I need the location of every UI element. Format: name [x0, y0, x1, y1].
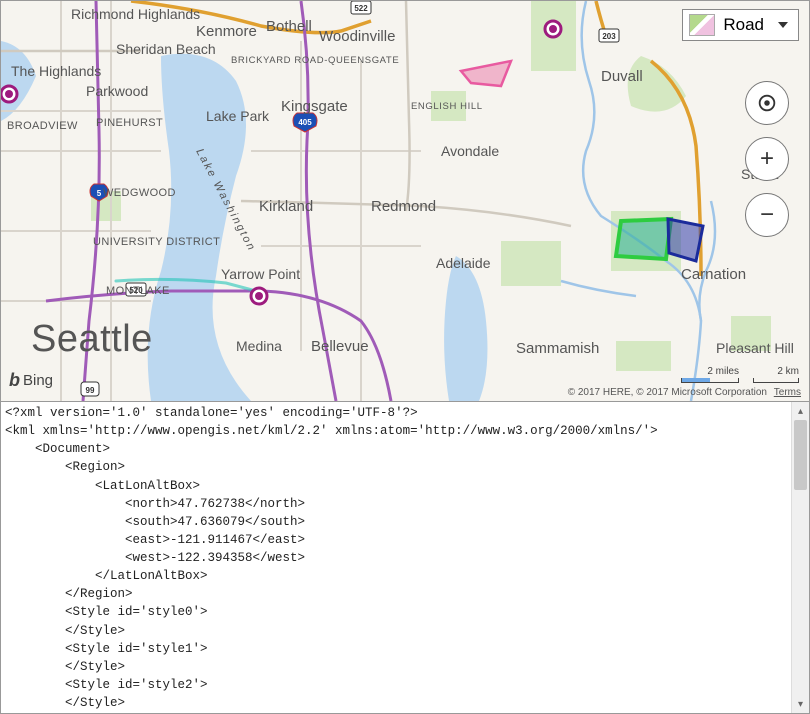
scroll-up-arrow-icon[interactable]: ▴ [792, 402, 809, 420]
city-label: Bellevue [311, 338, 369, 355]
map-pushpin[interactable] [545, 21, 561, 37]
minus-icon: − [760, 201, 774, 229]
green-area-label: ENGLISH HILL [411, 101, 483, 112]
zoom-in-button[interactable]: + [745, 137, 789, 181]
city-label: Kenmore [196, 23, 257, 40]
city-label: Bothell [266, 18, 312, 35]
neighborhood-label: PINEHURST [96, 117, 163, 129]
code-pane: <?xml version='1.0' standalone='yes' enc… [1, 401, 809, 713]
svg-text:405: 405 [298, 118, 312, 127]
svg-text:522: 522 [354, 4, 368, 13]
svg-text:203: 203 [602, 32, 616, 41]
city-label: Avondale [441, 143, 499, 159]
city-label: Adelaide [436, 255, 491, 271]
map-pane[interactable]: 522 203 520 5 405 99 Richmond Highlands … [1, 1, 809, 401]
svg-text:99: 99 [86, 386, 95, 395]
target-icon [756, 92, 778, 114]
scroll-down-arrow-icon[interactable]: ▾ [792, 695, 809, 713]
locate-me-button[interactable] [745, 81, 789, 125]
attribution-text: © 2017 HERE, © 2017 Microsoft Corporatio… [568, 387, 767, 398]
map-pushpin[interactable] [1, 86, 17, 102]
city-label: Kingsgate [281, 98, 348, 115]
bing-logo: b Bing [9, 370, 53, 391]
app-window: 522 203 520 5 405 99 Richmond Highlands … [0, 0, 810, 714]
map-controls: + − [745, 81, 789, 237]
neighborhood-label: BROADVIEW [7, 120, 78, 132]
map-type-selector[interactable]: Road [682, 9, 799, 41]
city-label: The Highlands [11, 63, 101, 79]
zoom-out-button[interactable]: − [745, 193, 789, 237]
scale-miles-label: 2 miles [707, 366, 739, 377]
map-attribution: © 2017 HERE, © 2017 Microsoft Corporatio… [568, 387, 801, 398]
route-shield-99: 99 [81, 382, 99, 396]
plus-icon: + [760, 145, 774, 173]
primary-city-label: Seattle [31, 318, 153, 361]
kml-source[interactable]: <?xml version='1.0' standalone='yes' enc… [5, 404, 787, 713]
city-label: Parkwood [86, 83, 148, 99]
scale-bar: 2 miles 2 km [681, 366, 799, 383]
chevron-down-icon [778, 22, 788, 28]
scale-km-label: 2 km [777, 366, 799, 377]
route-shield-203: 203 [599, 29, 619, 42]
map-type-label: Road [723, 15, 764, 35]
city-label: Medina [236, 338, 282, 354]
kml-polygon-blue[interactable] [668, 219, 703, 261]
city-label: Woodinville [319, 28, 395, 45]
city-label: Yarrow Point [221, 266, 300, 282]
map-type-swatch-icon [689, 14, 715, 36]
city-label: Lake Park [206, 108, 270, 124]
terms-link[interactable]: Terms [774, 387, 801, 398]
bing-b-icon: b [9, 370, 20, 391]
bing-logo-text: Bing [23, 372, 53, 389]
svg-text:5: 5 [97, 189, 102, 198]
city-label: Carnation [681, 266, 746, 283]
vertical-scrollbar[interactable]: ▴ ▾ [791, 402, 809, 713]
green-area-label: BRICKYARD ROAD-QUEENSGATE [231, 55, 399, 66]
neighborhood-label: MONTLAKE [106, 285, 170, 297]
city-label: Sheridan Beach [116, 41, 216, 57]
city-label: Pleasant Hill [716, 340, 794, 356]
scrollbar-thumb[interactable] [794, 420, 807, 490]
neighborhood-label: WEDGWOOD [103, 187, 176, 199]
city-label: Kirkland [259, 198, 313, 215]
kml-polygon-green[interactable] [616, 219, 671, 259]
city-label: Redmond [371, 198, 436, 215]
city-label: Duvall [601, 68, 643, 85]
city-label: Sammamish [516, 340, 599, 357]
route-shield-522: 522 [351, 1, 371, 14]
code-scroll-area[interactable]: <?xml version='1.0' standalone='yes' enc… [1, 402, 791, 713]
neighborhood-label: UNIVERSITY DISTRICT [93, 236, 220, 248]
map-pushpin[interactable] [251, 288, 267, 304]
city-label: Richmond Highlands [71, 6, 200, 22]
